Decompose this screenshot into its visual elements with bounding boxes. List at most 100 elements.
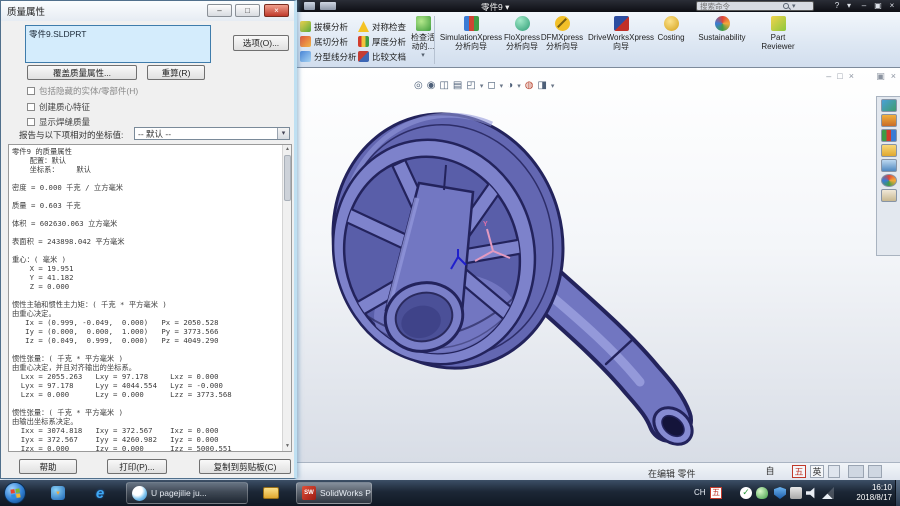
part-model[interactable]: Y: [296, 68, 900, 462]
include-hidden-checkbox[interactable]: [27, 87, 35, 95]
window-restore-button[interactable]: ▣: [872, 0, 884, 11]
taskbar-browser-button[interactable]: U pagejilie ju...: [126, 482, 248, 504]
ime-punctuation-icon[interactable]: [828, 465, 840, 478]
show-desktop-button[interactable]: [895, 480, 900, 506]
taskpane-close-button[interactable]: ×: [891, 71, 896, 81]
show-weld-mass-checkbox-row[interactable]: 显示焊缝质量: [27, 116, 90, 128]
dialog-title-bar[interactable]: 质量属性 – □ ×: [1, 1, 294, 21]
view-orientation-caret-icon[interactable]: ▾: [480, 82, 484, 90]
undercut-analysis-button[interactable]: 底切分析: [300, 35, 348, 48]
tray-cloud-icon[interactable]: [756, 487, 768, 499]
driveworksxpress-button[interactable]: DriveWorksXpress 向导: [588, 16, 654, 64]
ime-keyboard-icon[interactable]: [848, 465, 864, 478]
search-input[interactable]: [697, 2, 783, 11]
taskpane-restore-button[interactable]: ▣: [876, 71, 885, 81]
edit-appearance-icon[interactable]: ◍: [525, 80, 534, 92]
sustainability-button[interactable]: Sustainability: [694, 16, 750, 64]
scroll-thumb[interactable]: [284, 155, 291, 201]
thickness-analysis-button[interactable]: 厚度分析: [358, 35, 406, 48]
ime-wubi-icon[interactable]: 五: [792, 465, 806, 478]
folder-icon[interactable]: [881, 144, 897, 157]
costing-button[interactable]: Costing: [652, 16, 690, 64]
create-com-feature-checkbox[interactable]: [27, 103, 35, 111]
window-close-button[interactable]: ×: [886, 0, 898, 11]
tray-wubi-icon[interactable]: 五: [710, 487, 722, 499]
recalculate-button[interactable]: 重算(R): [147, 65, 205, 80]
tray-clipboard-icon[interactable]: [790, 487, 802, 499]
tray-shield-icon[interactable]: [774, 487, 786, 499]
mass-properties-report[interactable]: 零件9 的质量属性 配置：默认 坐标系： 默认 密度 = 0.000 千克 / …: [8, 144, 292, 452]
zoom-fit-icon[interactable]: ◎: [414, 80, 423, 92]
ime-auto-icon[interactable]: 自: [764, 465, 776, 478]
symmetry-check-button[interactable]: 对称检查: [358, 20, 406, 33]
help-button[interactable]: ?: [830, 0, 844, 11]
zoom-area-icon[interactable]: ◉: [427, 80, 436, 92]
dropdown-caret-icon[interactable]: ▾: [277, 128, 289, 139]
tray-clock[interactable]: 16:10 2018/8/17: [856, 483, 892, 503]
taskbar-explorer-button[interactable]: [254, 482, 288, 504]
hide-show-items-icon[interactable]: ◑: [507, 80, 513, 92]
apply-scene-icon[interactable]: ◨: [537, 80, 546, 92]
doc-minimize-button[interactable]: –: [826, 71, 831, 81]
screen: 零件9 ▾ ▾ ? ▾ – ▣ × 拔模分析 底切分析: [0, 0, 900, 506]
tray-language-indicator[interactable]: CH: [694, 488, 706, 497]
report-scrollbar[interactable]: ▲ ▼: [282, 145, 291, 451]
compare-documents-button[interactable]: 比较文档: [358, 50, 406, 63]
copy-to-clipboard-button[interactable]: 复制到剪贴板(C): [199, 459, 291, 474]
doc-restore-button[interactable]: □: [837, 71, 842, 81]
apply-scene-caret-icon[interactable]: ▾: [551, 82, 555, 90]
create-com-feature-checkbox-row[interactable]: 创建质心特征: [27, 101, 90, 113]
hide-show-caret-icon[interactable]: ▾: [517, 82, 521, 90]
override-mass-properties-button[interactable]: 覆盖质量属性...: [27, 65, 137, 80]
doc-close-button[interactable]: ×: [849, 71, 854, 81]
appearances-icon[interactable]: [881, 174, 897, 187]
selected-items-box[interactable]: 零件9.SLDPRT: [25, 25, 211, 63]
dialog-close-button[interactable]: ×: [264, 4, 289, 17]
simulationxpress-button[interactable]: SimulationXpress 分析向导: [438, 16, 504, 64]
taskbar-wmp-button[interactable]: ▾: [42, 482, 74, 504]
search-icon[interactable]: [783, 3, 789, 9]
window-minimize-button[interactable]: –: [858, 0, 870, 11]
start-button[interactable]: [4, 482, 26, 504]
ime-english-icon[interactable]: 英: [810, 465, 824, 478]
dialog-maximize-button[interactable]: □: [235, 4, 260, 17]
title-caret-icon[interactable]: ▾: [505, 2, 509, 12]
help-dialog-button[interactable]: 帮助: [19, 459, 77, 474]
floxpress-button[interactable]: FloXpress 分析向导: [502, 16, 542, 64]
previous-view-icon[interactable]: ◫: [439, 80, 448, 92]
help-caret-icon[interactable]: ▾: [844, 0, 854, 11]
print-button[interactable]: 打印(P)...: [107, 459, 167, 474]
dfmxpress-button[interactable]: DFMXpress 分析向导: [540, 16, 584, 64]
quick-access-save-icon[interactable]: [304, 2, 315, 10]
taskbar-solidworks-button[interactable]: SW SolidWorks Pre...: [296, 482, 372, 504]
custom-properties-icon[interactable]: [881, 189, 897, 202]
quick-access-menu-icon[interactable]: [320, 2, 336, 10]
dialog-minimize-button[interactable]: –: [207, 4, 232, 17]
include-hidden-checkbox-row[interactable]: 包括隐藏的实体/零部件(H): [27, 85, 138, 97]
design-library-icon[interactable]: [881, 114, 897, 127]
parting-line-analysis-button[interactable]: 分型线分析: [300, 50, 357, 63]
command-search[interactable]: ▾: [696, 1, 814, 11]
view-orientation-icon[interactable]: ◰: [466, 80, 475, 92]
taskbar-ie-button[interactable]: e: [84, 482, 116, 504]
solidworks-resources-icon[interactable]: [881, 99, 897, 112]
coordinate-system-dropdown[interactable]: -- 默认 -- ▾: [134, 127, 290, 140]
show-weld-mass-checkbox[interactable]: [27, 118, 35, 126]
section-view-icon[interactable]: ▤: [453, 80, 462, 92]
graphics-viewport[interactable]: Y ◎ ◉ ◫ ▤ ◰▾ ◻▾ ◑▾ ◍ ◨▾: [296, 68, 900, 462]
search-caret-icon[interactable]: ▾: [792, 2, 796, 10]
tray-update-check-icon[interactable]: ✓: [740, 487, 752, 499]
options-button[interactable]: 选项(O)...: [233, 35, 289, 51]
tray-network-icon[interactable]: [822, 487, 834, 499]
view-palette-icon[interactable]: [881, 159, 897, 172]
check-active-caret-icon[interactable]: ▾: [421, 51, 425, 59]
tray-speaker-icon[interactable]: [806, 487, 818, 499]
scroll-up-icon[interactable]: ▲: [283, 145, 292, 154]
display-style-icon[interactable]: ◻: [487, 80, 495, 92]
draft-analysis-button[interactable]: 拔模分析: [300, 20, 348, 33]
display-style-caret-icon[interactable]: ▾: [500, 82, 504, 90]
part-reviewer-button[interactable]: Part Reviewer: [756, 16, 800, 64]
scroll-down-icon[interactable]: ▼: [283, 442, 292, 451]
file-explorer-icon[interactable]: [881, 129, 897, 142]
ime-tools-icon[interactable]: [868, 465, 882, 478]
